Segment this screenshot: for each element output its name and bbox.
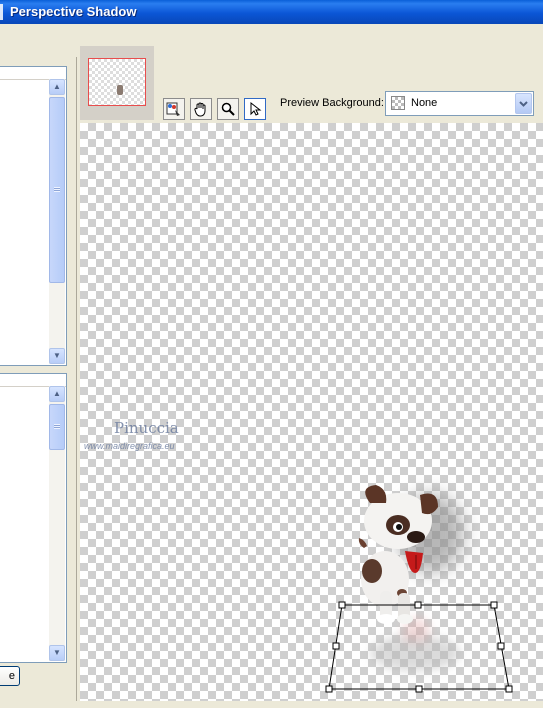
title-bar[interactable]: Perspective Shadow	[0, 0, 543, 24]
window-title: Perspective Shadow	[10, 4, 137, 19]
handle-top-center[interactable]	[414, 601, 422, 609]
handle-bottom-left[interactable]	[325, 685, 333, 693]
left-list-top-scrollbar[interactable]: ▲ ▼	[49, 79, 65, 364]
pan-tool-button[interactable]	[190, 98, 212, 120]
left-list-top: ▲ ▼	[0, 66, 67, 366]
handle-top-right[interactable]	[490, 601, 498, 609]
navigator-thumbnail[interactable]	[80, 46, 154, 120]
dropdown-arrow-button[interactable]	[515, 93, 532, 114]
chevron-down-icon	[519, 100, 528, 107]
arrow-pointer-icon	[250, 101, 262, 116]
hand-icon	[194, 102, 206, 117]
pointer-tool-button[interactable]	[244, 98, 266, 120]
navigate-tool-button[interactable]	[163, 98, 185, 120]
navigator-view-frame[interactable]	[88, 58, 146, 106]
preview-background-value: None	[411, 97, 438, 109]
transparent-swatch-icon	[391, 96, 405, 110]
title-bar-edge	[0, 4, 3, 20]
scroll-thumb[interactable]	[49, 97, 65, 283]
preview-background-label: Preview Background:	[280, 97, 384, 109]
scroll-down-button[interactable]: ▼	[49, 645, 65, 661]
preview-canvas[interactable]: Pinuccia www.maidiregrafica.eu	[80, 123, 543, 701]
scroll-down-button[interactable]: ▼	[49, 348, 65, 364]
left-panel-button[interactable]: e	[0, 666, 20, 686]
zoom-tool-button[interactable]	[217, 98, 239, 120]
navigator-dog-thumbnail	[117, 85, 123, 95]
scroll-up-button[interactable]: ▲	[49, 386, 65, 402]
magnifier-icon	[221, 102, 235, 116]
scroll-up-button[interactable]: ▲	[49, 79, 65, 95]
palette-icon	[166, 102, 180, 116]
handle-middle-left[interactable]	[332, 642, 340, 650]
handle-middle-right[interactable]	[497, 642, 505, 650]
preview-background-select[interactable]: None	[385, 91, 534, 116]
left-list-bottom: ▲ ▼	[0, 373, 67, 663]
left-list-bottom-scrollbar[interactable]: ▲ ▼	[49, 386, 65, 661]
handle-top-left[interactable]	[338, 601, 346, 609]
handle-bottom-right[interactable]	[505, 685, 513, 693]
scroll-thumb[interactable]	[49, 404, 65, 450]
handle-bottom-center[interactable]	[415, 685, 423, 693]
preview-scene	[325, 485, 513, 693]
